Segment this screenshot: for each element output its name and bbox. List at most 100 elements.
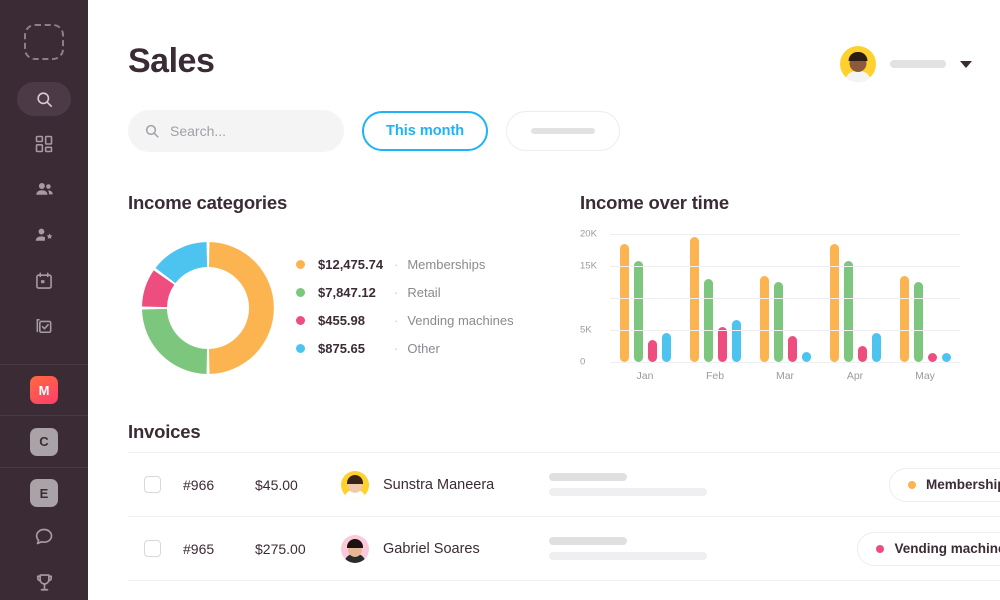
bar-chart-plot	[610, 234, 960, 363]
bar[interactable]	[829, 243, 839, 362]
legend-label: Vending machines	[407, 312, 514, 328]
people-group-icon	[35, 182, 53, 195]
bar[interactable]	[661, 333, 671, 362]
sidebar-item-achievements[interactable]	[16, 564, 72, 600]
section-title-invoices: Invoices	[128, 421, 201, 442]
tag-label: Memberships	[925, 477, 1000, 492]
invoice-amount: $45.00	[255, 476, 298, 493]
sidebar-app-m[interactable]: M	[30, 365, 58, 416]
invoice-amount: $275.00	[255, 540, 306, 557]
sidebar-item-dashboard[interactable]	[16, 126, 72, 162]
bar[interactable]	[717, 326, 727, 362]
donut-chart	[128, 228, 288, 388]
trophy-icon	[36, 573, 52, 591]
legend-separator: ·	[394, 256, 399, 272]
redacted-line-secondary	[549, 488, 707, 496]
person-star-icon	[35, 228, 52, 241]
redacted-line-primary	[549, 473, 627, 481]
donut-chart-svg	[142, 242, 274, 374]
gridline	[610, 234, 960, 235]
bar[interactable]	[857, 346, 867, 362]
x-axis-label: May	[915, 370, 935, 382]
bar[interactable]	[843, 260, 853, 362]
sidebar-app-e[interactable]: E	[30, 468, 58, 519]
gridline	[610, 266, 960, 267]
checklist-icon	[36, 319, 52, 334]
legend-amount: $7,847.12	[318, 284, 376, 300]
app-root: M C E Sales Search... This month Income …	[0, 0, 1000, 600]
sidebar-item-vip-members[interactable]	[16, 217, 72, 253]
donut-legend: $12,475.74 · Memberships $7,847.12 · Retail $4…	[296, 250, 514, 362]
bar[interactable]	[773, 282, 783, 362]
donut-segment[interactable]	[155, 242, 208, 284]
app-m-badge: M	[30, 376, 58, 405]
legend-color-dot	[296, 343, 305, 353]
legend-label: Other	[407, 340, 440, 356]
x-axis-label: Apr	[846, 370, 864, 382]
gridline	[610, 330, 960, 331]
category-tag-cell: Vending machines	[779, 531, 1000, 566]
sidebar-item-calendar[interactable]	[16, 263, 72, 299]
legend-label: Retail	[407, 284, 441, 300]
filter-secondary[interactable]	[506, 111, 621, 151]
legend-separator: ·	[394, 312, 399, 328]
row-checkbox[interactable]	[144, 540, 161, 557]
bar[interactable]	[731, 320, 741, 362]
chevron-down-icon[interactable]	[960, 60, 972, 68]
bar[interactable]	[913, 282, 923, 362]
bar[interactable]	[703, 278, 713, 362]
legend-separator: ·	[394, 284, 399, 300]
legend-item: $455.98 · Vending machines	[296, 306, 514, 334]
tag-color-dot	[876, 544, 885, 553]
legend-color-dot	[296, 315, 305, 325]
filter-secondary-placeholder	[531, 128, 596, 134]
user-menu[interactable]	[840, 46, 972, 82]
redacted-line-primary	[549, 537, 627, 545]
customer-name: Gabriel Soares	[383, 540, 480, 557]
x-axis-label: Jan	[636, 370, 654, 382]
bar[interactable]	[787, 336, 797, 362]
invoices-table: #966 $45.00 Sunstra Maneera Memberships #965…	[128, 452, 1000, 581]
legend-item: $12,475.74 · Memberships	[296, 250, 514, 278]
legend-item: $7,847.12 · Retail	[296, 278, 514, 306]
bar[interactable]	[941, 353, 951, 362]
x-axis-label: Feb	[705, 370, 725, 382]
legend-separator: ·	[394, 340, 399, 356]
page-title: Sales	[128, 42, 215, 80]
x-axis-label: Mar	[775, 370, 795, 382]
row-checkbox[interactable]	[144, 476, 161, 493]
status-badge[interactable]: Vending machines	[857, 531, 1000, 566]
bar[interactable]	[759, 275, 769, 362]
sidebar-item-messages[interactable]	[16, 519, 72, 555]
customer-name: Sunstra Maneera	[383, 476, 495, 493]
sidebar-item-members[interactable]	[16, 172, 72, 208]
legend-color-dot	[296, 287, 305, 297]
donut-segment[interactable]	[208, 242, 274, 374]
donut-segment[interactable]	[142, 308, 208, 374]
gridline	[610, 362, 960, 363]
bar[interactable]	[899, 275, 909, 362]
bar[interactable]	[619, 243, 629, 362]
filter-this-month[interactable]: This month	[362, 111, 489, 151]
calendar-icon	[36, 272, 52, 289]
bar[interactable]	[871, 333, 881, 362]
sidebar-app-c[interactable]: C	[30, 416, 58, 467]
bar[interactable]	[647, 339, 657, 362]
bar[interactable]	[927, 353, 937, 362]
search-input[interactable]: Search...	[128, 110, 344, 152]
bar[interactable]	[801, 352, 811, 362]
logo-placeholder[interactable]	[24, 24, 64, 61]
bar[interactable]	[633, 260, 643, 362]
y-axis-tick: 20K	[580, 228, 597, 240]
avatar	[341, 534, 369, 563]
sidebar-item-tasks[interactable]	[16, 309, 72, 345]
table-row[interactable]: #965 $275.00 Gabriel Soares Vending machine…	[128, 517, 1000, 581]
table-row[interactable]: #966 $45.00 Sunstra Maneera Memberships	[128, 453, 1000, 517]
y-axis-tick: 15K	[580, 260, 597, 272]
search-icon	[145, 124, 159, 138]
bar[interactable]	[689, 237, 699, 362]
category-tag-cell: Memberships	[779, 467, 1000, 502]
redacted-details	[549, 537, 779, 560]
status-badge[interactable]: Memberships	[888, 467, 1000, 502]
sidebar-search-button[interactable]	[17, 82, 71, 116]
